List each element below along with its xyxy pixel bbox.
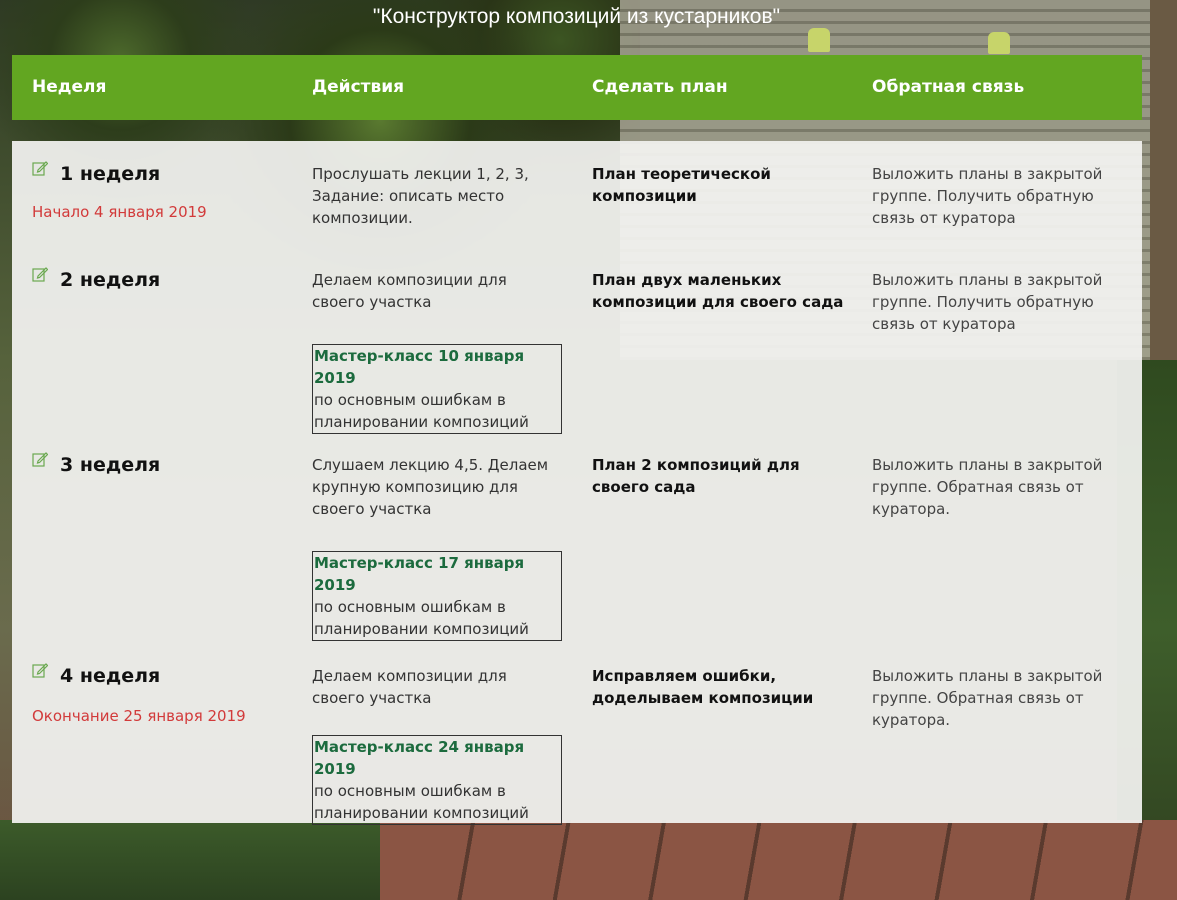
master-class-title: Мастер-класс 10 января 2019 [314, 347, 525, 387]
plan-text: План двух маленьких композиции для своег… [592, 271, 844, 311]
action-text: Прослушать лекции 1, 2, 3, Задание: опис… [312, 165, 529, 227]
master-class-text: по основным ошибкам в планировании компо… [314, 598, 529, 638]
feedback-text: Выложить планы в закрытой группе. Получи… [872, 271, 1103, 333]
action-text: Слушаем лекцию 4,5. Делаем крупную компо… [312, 456, 549, 518]
schedule-header: Неделя Действия Сделать план Обратная св… [12, 55, 1142, 120]
week-label: 1 неделя [32, 161, 161, 185]
master-class-box: Мастер-класс 24 января 2019 по основным … [312, 735, 562, 825]
header-actions: Действия [312, 77, 405, 97]
master-class-text: по основным ошибкам в планировании компо… [314, 391, 529, 431]
week-title: 4 неделя [60, 665, 161, 687]
feedback-text: Выложить планы в закрытой группе. Получи… [872, 165, 1103, 227]
feedback-text: Выложить планы в закрытой группе. Обратн… [872, 667, 1103, 729]
master-class-box: Мастер-класс 10 января 2019 по основным … [312, 344, 562, 434]
week-label: 3 неделя [32, 452, 161, 476]
plan-text: Исправляем ошибки, доделываем композиции [592, 667, 814, 707]
start-date: Начало 4 января 2019 [32, 203, 207, 221]
header-plan: Сделать план [592, 77, 728, 97]
master-class-title: Мастер-класс 24 января 2019 [314, 738, 525, 778]
action-text: Делаем композиции для своего участка [312, 667, 507, 707]
master-class-text: по основным ошибкам в планировании компо… [314, 782, 529, 822]
schedule-table: 1 неделя Начало 4 января 2019 Прослушать… [12, 141, 1142, 825]
week-title: 1 неделя [60, 163, 161, 185]
master-class-box: Мастер-класс 17 января 2019 по основным … [312, 551, 562, 641]
week-title: 2 неделя [60, 269, 161, 291]
edit-icon [32, 267, 48, 282]
action-text: Делаем композиции для своего участка [312, 271, 507, 311]
header-week: Неделя [32, 77, 107, 97]
header-feedback: Обратная связь [872, 77, 1025, 97]
feedback-text: Выложить планы в закрытой группе. Обратн… [872, 456, 1103, 518]
week-label: 4 неделя [32, 663, 161, 687]
week-label: 2 неделя [32, 267, 161, 291]
plan-text: План теоретической композиции [592, 165, 771, 205]
edit-icon [32, 452, 48, 467]
edit-icon [32, 663, 48, 678]
end-date: Окончание 25 января 2019 [32, 707, 246, 725]
page-title: "Конструктор композиций из кустарников" [372, 5, 781, 28]
edit-icon [32, 161, 48, 176]
plan-text: План 2 композиций для своего сада [592, 456, 800, 496]
master-class-title: Мастер-класс 17 января 2019 [314, 554, 525, 594]
week-title: 3 неделя [60, 454, 161, 476]
